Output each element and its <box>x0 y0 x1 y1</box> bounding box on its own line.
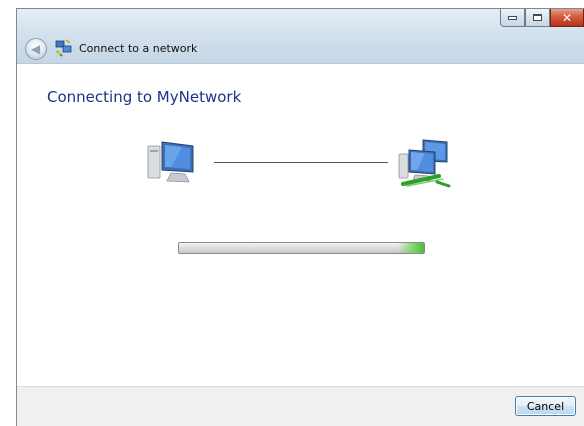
caption-buttons: ✕ <box>500 9 584 27</box>
maximize-button[interactable] <box>525 9 550 27</box>
minimize-button[interactable] <box>500 9 525 27</box>
network-connection-icon <box>55 39 72 57</box>
page-heading: Connecting to MyNetwork <box>47 88 242 106</box>
network-computers-icon <box>398 139 451 188</box>
dialog-window: ✕ ◀ Connect to a network Connecting to M… <box>16 8 584 426</box>
window-title: Connect to a network <box>79 42 198 55</box>
title-bar[interactable]: ✕ ◀ Connect to a network <box>17 9 584 63</box>
back-button[interactable]: ◀ <box>25 38 47 60</box>
dialog-footer: Cancel <box>17 386 584 426</box>
connection-line <box>214 162 388 163</box>
progress-glow <box>398 243 424 253</box>
cancel-button[interactable]: Cancel <box>515 396 576 416</box>
close-button[interactable]: ✕ <box>550 9 584 27</box>
content-area: Connecting to MyNetwork <box>17 63 584 386</box>
maximize-icon <box>533 14 542 21</box>
back-arrow-icon: ◀ <box>30 42 41 56</box>
connection-progress-bar <box>178 242 425 254</box>
progress-fill <box>179 243 424 253</box>
computer-icon <box>147 141 194 183</box>
close-icon: ✕ <box>561 10 573 25</box>
minimize-icon <box>508 15 517 20</box>
